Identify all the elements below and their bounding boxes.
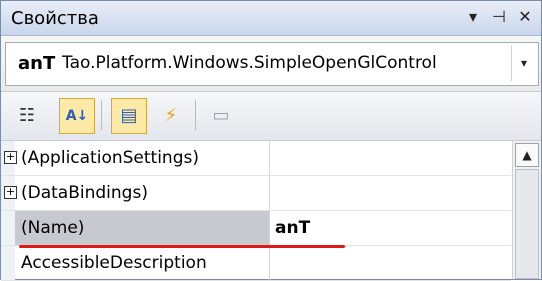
- object-type: Tao.Platform.Windows.SimpleOpenGlControl: [62, 53, 437, 73]
- column-divider: [269, 246, 270, 280]
- property-name: (DataBindings): [21, 183, 148, 203]
- properties-toolbar: ☷ A↓ ▤ ⚡ ▭: [1, 92, 541, 141]
- property-name: (ApplicationSettings): [21, 148, 199, 168]
- column-divider: [269, 141, 270, 175]
- expand-icon[interactable]: +: [4, 151, 17, 164]
- object-selector-bar: anT Tao.Platform.Windows.SimpleOpenGlCon…: [1, 36, 541, 92]
- row-gutter: [1, 246, 15, 280]
- property-name: (Name): [21, 218, 85, 238]
- title-bar: Свойства ▾ ⊣ ✕: [1, 1, 541, 36]
- property-row[interactable]: AccessibleDescription: [1, 246, 511, 281]
- alphabetical-sort-icon[interactable]: A↓: [59, 98, 95, 134]
- events-icon[interactable]: ⚡: [153, 98, 189, 134]
- property-grid: + (ApplicationSettings) + (DataBindings)…: [1, 141, 541, 281]
- object-name: anT: [18, 53, 56, 74]
- column-divider: [269, 211, 270, 245]
- window-title: Свойства: [11, 8, 99, 29]
- chevron-down-icon[interactable]: ▾: [511, 45, 536, 81]
- highlight-underline: [19, 245, 345, 248]
- vertical-scrollbar[interactable]: ▲: [512, 141, 541, 279]
- property-name: AccessibleDescription: [21, 253, 207, 273]
- pin-button[interactable]: ⊣: [489, 7, 509, 26]
- property-row[interactable]: + (DataBindings): [1, 176, 511, 211]
- column-divider: [269, 176, 270, 210]
- property-row-selected[interactable]: (Name) anT: [1, 211, 511, 246]
- properties-icon[interactable]: ▤: [111, 98, 147, 134]
- properties-window: Свойства ▾ ⊣ ✕ anT Tao.Platform.Windows.…: [0, 0, 542, 281]
- window-menu-button[interactable]: ▾: [463, 7, 483, 26]
- toolbar-separator: [101, 100, 102, 130]
- scroll-up-icon[interactable]: ▲: [515, 143, 539, 167]
- toolbar-separator: [195, 100, 196, 130]
- property-pages-icon[interactable]: ▭: [203, 98, 239, 134]
- object-selector[interactable]: anT Tao.Platform.Windows.SimpleOpenGlCon…: [5, 42, 539, 86]
- property-row[interactable]: + (ApplicationSettings): [1, 141, 511, 176]
- expand-icon[interactable]: +: [4, 186, 17, 199]
- property-value[interactable]: anT: [275, 218, 310, 238]
- scroll-thumb[interactable]: [515, 169, 539, 279]
- close-button[interactable]: ✕: [515, 7, 535, 26]
- row-gutter: [1, 211, 15, 245]
- categorized-icon[interactable]: ☷: [9, 98, 45, 134]
